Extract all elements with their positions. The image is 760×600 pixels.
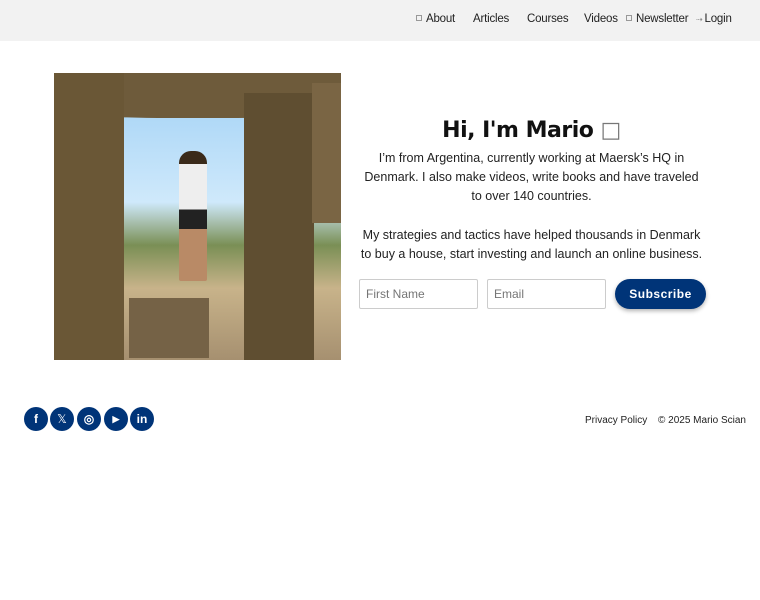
- nav-newsletter-label: Newsletter: [636, 13, 689, 25]
- nav-login-label: Login: [704, 13, 732, 25]
- login-icon: ⇢: [696, 15, 703, 24]
- privacy-policy-link[interactable]: Privacy Policy: [585, 415, 647, 426]
- instagram-icon[interactable]: ◎: [77, 407, 101, 431]
- flag-icon: □: [600, 118, 622, 143]
- profile-photo: [54, 73, 341, 360]
- page-title: Hi, I'm Mario □: [358, 118, 705, 143]
- top-nav: About Articles Courses Videos Newsletter…: [0, 0, 760, 41]
- email-input[interactable]: [487, 279, 606, 309]
- facebook-icon[interactable]: f: [24, 407, 48, 431]
- nav-articles[interactable]: Articles: [473, 13, 509, 25]
- nav-about[interactable]: About: [416, 13, 455, 25]
- nav-login[interactable]: ⇢ Login: [696, 13, 732, 25]
- strategy-paragraph: My strategies and tactics have helped th…: [360, 228, 703, 261]
- newsletter-icon: [626, 15, 632, 21]
- title-text: Hi, I'm Mario: [442, 118, 594, 143]
- linkedin-icon[interactable]: in: [130, 407, 154, 431]
- youtube-icon[interactable]: ▶: [104, 407, 128, 431]
- nav-newsletter[interactable]: Newsletter: [626, 13, 689, 25]
- subscribe-button[interactable]: Subscribe: [615, 279, 706, 309]
- about-icon: [416, 15, 422, 21]
- copyright: © 2025 Mario Scian: [658, 415, 746, 426]
- intro-paragraph: I’m from Argentina, currently working at…: [364, 151, 699, 203]
- x-icon[interactable]: 𝕏: [50, 407, 74, 431]
- nav-about-label: About: [426, 13, 456, 25]
- nav-courses[interactable]: Courses: [527, 13, 569, 25]
- nav-videos[interactable]: Videos: [584, 13, 618, 25]
- first-name-input[interactable]: [359, 279, 478, 309]
